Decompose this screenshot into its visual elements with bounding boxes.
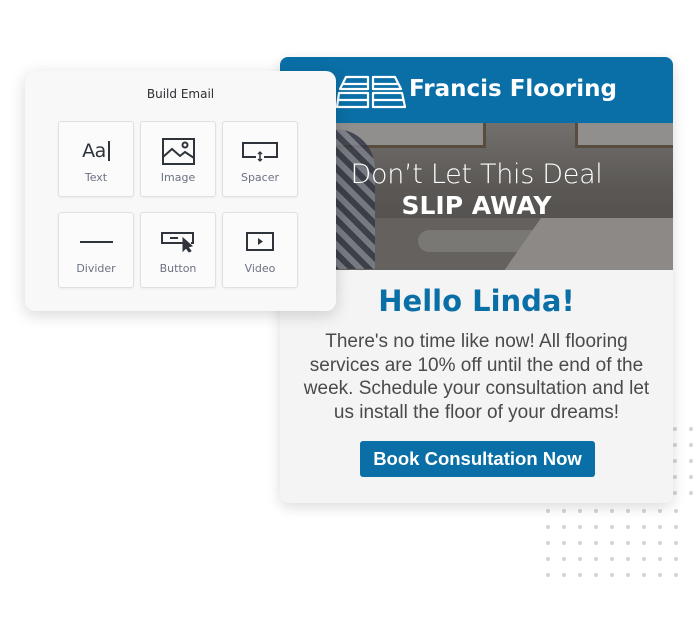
tile-label: Text xyxy=(84,171,108,184)
hero-banner: Don’t Let This Deal SLIP AWAY xyxy=(280,123,673,270)
tile-label: Spacer xyxy=(240,171,280,184)
tile-label: Button xyxy=(159,262,197,275)
tile-label: Image xyxy=(160,171,196,184)
grid-dot xyxy=(578,573,582,577)
grid-dot xyxy=(674,509,678,513)
grid-dot xyxy=(578,541,582,545)
grid-dot xyxy=(562,541,566,545)
divider-icon xyxy=(59,227,133,257)
grid-dot xyxy=(658,541,662,545)
grid-dot xyxy=(642,541,646,545)
grid-dot xyxy=(594,509,598,513)
grid-dot xyxy=(610,509,614,513)
grid-dot xyxy=(673,475,677,479)
grid-dot xyxy=(689,475,693,479)
grid-dot xyxy=(642,573,646,577)
grid-dot xyxy=(642,557,646,561)
grid-dot xyxy=(658,557,662,561)
grid-dot xyxy=(610,573,614,577)
grid-dot xyxy=(673,427,677,431)
grid-dot xyxy=(546,557,550,561)
grid-dot xyxy=(673,443,677,447)
tile-spacer[interactable]: Spacer xyxy=(222,121,298,197)
hero-headline-line1: Don’t Let This Deal xyxy=(350,159,603,190)
grid-dot xyxy=(642,525,646,529)
grid-dot xyxy=(626,541,630,545)
grid-dot xyxy=(626,525,630,529)
grid-dot xyxy=(578,557,582,561)
grid-dot xyxy=(674,573,678,577)
grid-dot xyxy=(673,459,677,463)
grid-dot xyxy=(674,525,678,529)
spacer-icon xyxy=(223,136,297,166)
grid-dot xyxy=(610,557,614,561)
tile-button[interactable]: Button xyxy=(140,212,216,288)
grid-dot xyxy=(578,525,582,529)
tile-label: Video xyxy=(244,262,276,275)
tile-label: Divider xyxy=(76,262,116,275)
hero-headline-line2: SLIP AWAY xyxy=(401,191,552,220)
grid-dot xyxy=(689,443,693,447)
grid-dot xyxy=(689,491,693,495)
grid-dot xyxy=(546,509,550,513)
tile-divider[interactable]: Divider xyxy=(58,212,134,288)
grid-dot xyxy=(658,525,662,529)
grid-dot xyxy=(562,509,566,513)
text-icon: Aa xyxy=(59,136,133,166)
greeting-heading: Hello Linda! xyxy=(378,284,575,318)
grid-dot xyxy=(594,525,598,529)
grid-dot xyxy=(562,557,566,561)
grid-dot xyxy=(578,509,582,513)
video-icon xyxy=(223,227,297,257)
grid-dot xyxy=(610,525,614,529)
grid-dot xyxy=(546,525,550,529)
grid-dot xyxy=(658,573,662,577)
grid-dot xyxy=(689,459,693,463)
book-consultation-button[interactable]: Book Consultation Now xyxy=(360,441,595,477)
grid-dot xyxy=(626,557,630,561)
grid-dot xyxy=(562,573,566,577)
email-header: Francis Flooring xyxy=(280,57,673,123)
image-icon xyxy=(141,136,215,166)
tile-image[interactable]: Image xyxy=(140,121,216,197)
grid-dot xyxy=(673,491,677,495)
brand-name: Francis Flooring xyxy=(409,76,617,102)
grid-dot xyxy=(674,557,678,561)
grid-dot xyxy=(658,509,662,513)
flooring-logo-icon xyxy=(336,75,406,109)
email-preview: Francis Flooring Don’t Let This Deal SLI… xyxy=(280,57,673,503)
grid-dot xyxy=(562,525,566,529)
tile-video[interactable]: Video xyxy=(222,212,298,288)
grid-dot xyxy=(546,573,550,577)
grid-dot xyxy=(546,541,550,545)
grid-dot xyxy=(689,427,693,431)
grid-dot xyxy=(594,573,598,577)
panel-title: Build Email xyxy=(146,87,215,101)
grid-dot xyxy=(594,557,598,561)
email-body-text: There's no time like now! All flooring s… xyxy=(303,331,650,423)
grid-dot xyxy=(674,541,678,545)
grid-dot xyxy=(594,541,598,545)
grid-dot xyxy=(626,573,630,577)
button-icon xyxy=(141,227,215,257)
grid-dot xyxy=(626,509,630,513)
build-email-panel: Build Email Aa Text Image Spacer Divider… xyxy=(25,71,336,311)
grid-dot xyxy=(610,541,614,545)
grid-dot xyxy=(642,509,646,513)
tile-text[interactable]: Aa Text xyxy=(58,121,134,197)
